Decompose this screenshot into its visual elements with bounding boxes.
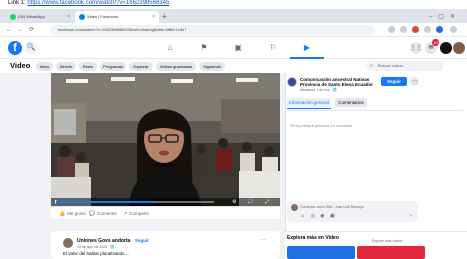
- flag-icon[interactable]: ⚑: [197, 42, 211, 54]
- notifications-icon[interactable]: [440, 42, 452, 54]
- comment-icon: 💬: [89, 211, 96, 217]
- tab-general-info[interactable]: Información general: [287, 98, 331, 107]
- chip-programas[interactable]: Programas: [100, 62, 126, 71]
- chip-siguiendo[interactable]: Siguiendo: [199, 62, 225, 71]
- comment-attachment-icons[interactable]: ☺ ◎ ◉ ▣: [300, 213, 337, 219]
- post-card: Uniones Govs andorta Seguir 23 de ago. d…: [51, 231, 280, 259]
- tab-label: (26) WhatsApp: [18, 14, 45, 19]
- chip-videos-guardados[interactable]: Videos guardados: [156, 62, 196, 71]
- explore-subtitle: Explore más videos: [372, 239, 403, 243]
- caption-link[interactable]: https://www.facebook.com/watch/?v=166239…: [27, 0, 169, 6]
- video-thumbnail[interactable]: [357, 246, 425, 259]
- video-frame: [51, 73, 280, 206]
- watch-icon[interactable]: ▶: [300, 42, 314, 54]
- extension-icon[interactable]: [412, 26, 419, 33]
- browser-tab-strip: (26) WhatsApp × Video | Facebook × + –▢✕: [0, 9, 467, 23]
- chip-reels[interactable]: Reels: [79, 62, 97, 71]
- extension-icon[interactable]: [388, 26, 395, 33]
- more-options-icon[interactable]: ···: [410, 77, 419, 86]
- comment-label: Comentar: [97, 211, 117, 216]
- window-controls[interactable]: –▢✕: [429, 11, 461, 23]
- video-search-input[interactable]: ⌕ Buscar videos: [366, 61, 444, 71]
- page-subtitle: Streamed 1 de ene · 🌐: [300, 88, 338, 92]
- reaction-bar: 👍 Me gusta 💬 Comentar ↗ Compartir: [51, 206, 280, 219]
- tab-facebook-video[interactable]: Video | Facebook ×: [75, 11, 159, 23]
- volume-icon[interactable]: 🔊: [247, 198, 253, 206]
- reload-icon[interactable]: ⟳: [29, 25, 34, 35]
- facebook-icon: [79, 14, 85, 20]
- avatar[interactable]: [63, 238, 73, 248]
- avatar: [291, 204, 298, 211]
- post-date: 23 de ago. de 2020 · 🌐: [77, 245, 115, 249]
- settings-icon[interactable]: ⚙: [232, 198, 236, 206]
- chip-explorar[interactable]: Explorar: [129, 62, 153, 71]
- progress-bar[interactable]: [56, 201, 214, 203]
- menu-icon[interactable]: [450, 26, 457, 33]
- explore-title: Explora más en Video: [287, 235, 339, 241]
- document-caption: Link 1: https://www.facebook.com/watch/?…: [8, 0, 169, 7]
- share-button[interactable]: ↗ Compartir: [123, 209, 149, 219]
- whatsapp-icon: [10, 14, 16, 20]
- post-author[interactable]: Uniones Govs andorta: [77, 238, 130, 244]
- send-icon[interactable]: ➤: [409, 213, 413, 219]
- groups-icon[interactable]: ⚐: [266, 42, 280, 54]
- facebook-top-bar: f 🔍 ⌂ ⚑ ▣ ⚐ ▶ ⋮⋮ ✉ 10: [0, 37, 467, 59]
- tab-label: Video | Facebook: [87, 14, 118, 19]
- share-label: Compartir: [129, 211, 149, 216]
- caption-prefix: Link 1:: [8, 0, 26, 6]
- address-bar-row: ← → ⟳ facebook.com/watch/?v=166239856634…: [0, 23, 467, 37]
- extension-icon[interactable]: [424, 26, 431, 33]
- divider: [287, 110, 463, 111]
- video-nav-bar: Video Inicio Directo Reels Programas Exp…: [0, 59, 467, 73]
- search-placeholder: Buscar videos: [378, 63, 404, 68]
- progress-fill: [56, 201, 154, 203]
- extension-icon[interactable]: [400, 26, 407, 33]
- url-field[interactable]: facebook.com/watch/?v=1662398566345&ref=…: [50, 25, 375, 35]
- page-name[interactable]: Comunicación ancestral Nativas Provincia…: [300, 77, 380, 87]
- search-icon[interactable]: 🔍: [25, 42, 37, 54]
- tab-whatsapp[interactable]: (26) WhatsApp ×: [6, 11, 74, 23]
- forward-icon[interactable]: →: [17, 25, 23, 35]
- notification-badge: 10: [432, 39, 439, 46]
- search-icon: ⌕: [370, 63, 373, 69]
- like-icon: 👍: [59, 211, 66, 217]
- screenshot-page: Link 1: https://www.facebook.com/watch/?…: [0, 0, 467, 259]
- profile-icon[interactable]: [436, 26, 443, 33]
- facebook-logo[interactable]: f: [8, 41, 22, 55]
- active-tab-indicator: [287, 108, 331, 109]
- page-title: Video: [10, 61, 31, 70]
- close-icon[interactable]: ×: [152, 11, 155, 23]
- share-icon: ↗: [123, 211, 128, 217]
- comment-button[interactable]: 💬 Comentar: [89, 209, 117, 219]
- tab-comments[interactable]: Comentarios: [335, 98, 367, 107]
- back-icon[interactable]: ←: [6, 25, 12, 35]
- page-avatar[interactable]: [287, 77, 297, 87]
- fullscreen-icon[interactable]: ⤢: [265, 198, 269, 206]
- follow-link[interactable]: Seguir: [135, 238, 149, 244]
- empty-comments-text: Sé la primera persona en comentar: [290, 123, 353, 128]
- more-options-icon[interactable]: ···: [260, 237, 266, 243]
- video-thumbnail[interactable]: [287, 246, 355, 259]
- like-label: Me gusta: [67, 211, 86, 216]
- like-button[interactable]: 👍 Me gusta: [59, 209, 86, 219]
- post-text: El valor del hablar pluralizando…: [63, 251, 130, 256]
- close-icon[interactable]: ×: [67, 11, 70, 23]
- marketplace-icon[interactable]: ▣: [231, 42, 245, 54]
- comment-placeholder[interactable]: Comentar como SML. José Luis Ramayo: [300, 205, 364, 209]
- follow-button[interactable]: Seguir: [381, 77, 407, 86]
- home-icon[interactable]: ⌂: [163, 42, 177, 54]
- menu-grid-icon[interactable]: ⋮⋮: [410, 42, 422, 54]
- video-player[interactable]: [51, 73, 280, 206]
- chip-inicio[interactable]: Inicio: [36, 62, 53, 71]
- avatar[interactable]: [453, 42, 465, 54]
- chip-directo[interactable]: Directo: [56, 62, 76, 71]
- new-tab-button[interactable]: +: [162, 11, 167, 23]
